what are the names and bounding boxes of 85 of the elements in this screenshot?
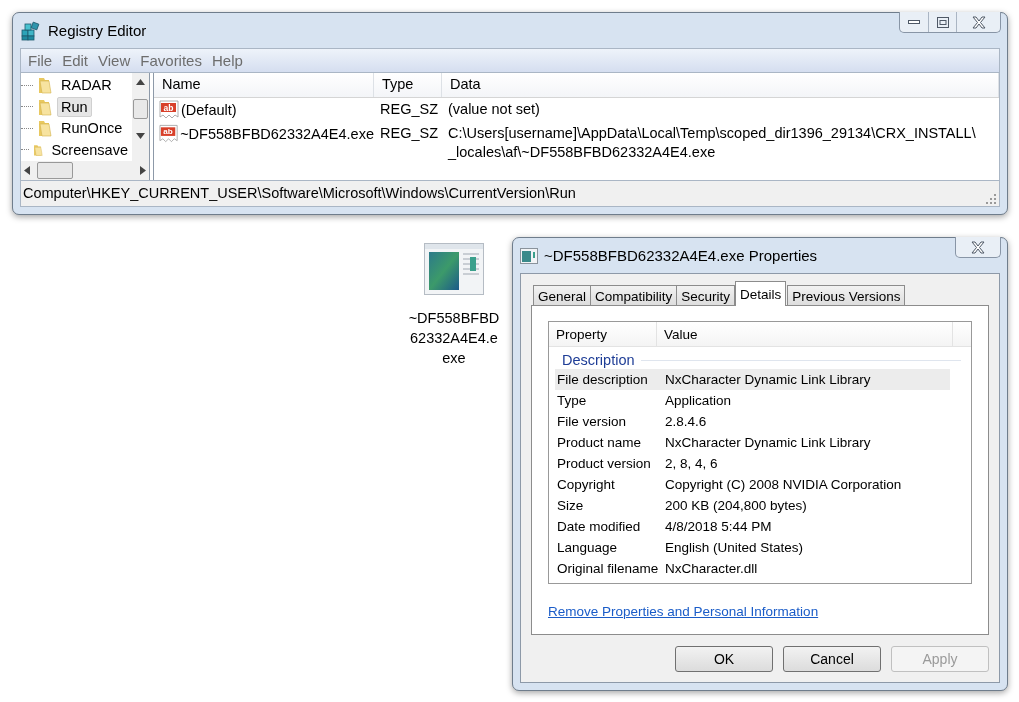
scroll-down-icon xyxy=(136,132,145,139)
menu-item[interactable]: Help xyxy=(206,51,248,69)
property-name: Product name xyxy=(557,435,643,450)
tree-item[interactable]: RunOnce xyxy=(57,118,127,139)
vertical-scrollbar[interactable] xyxy=(132,72,149,161)
property-name: Date modified xyxy=(557,519,642,534)
tree-item[interactable]: RADAR xyxy=(57,75,116,96)
property-value: Application xyxy=(665,393,732,408)
property-row[interactable]: File description NxCharacter Dynamic Link Library xyxy=(555,369,950,390)
icon-label: 62332A4E4.e xyxy=(410,329,498,348)
property-name: Copyright xyxy=(557,477,616,492)
property-value: 4/8/2018 5:44 PM xyxy=(665,519,772,534)
value-data: C:\Users[username]\AppData\Local\Temp\scoped_dir1396_29134\CRX_INSTALL\ xyxy=(448,124,977,141)
menu-item[interactable]: Favorites xyxy=(135,51,207,69)
string-value-icon: ab xyxy=(159,99,179,120)
menu-item[interactable]: Edit xyxy=(57,51,94,69)
menu-item[interactable]: View xyxy=(93,51,136,69)
property-name: Type xyxy=(557,393,588,408)
horizontal-scrollbar[interactable] xyxy=(21,160,149,180)
property-row[interactable]: Date modified 4/8/2018 5:44 PM xyxy=(555,516,950,537)
icon-label: exe xyxy=(442,349,466,368)
column-header[interactable]: Property xyxy=(549,322,657,346)
value-type: REG_SZ xyxy=(379,123,439,141)
value-data: (value not set) xyxy=(448,100,541,117)
property-name: File version xyxy=(557,414,628,429)
tab[interactable]: Previous Versions xyxy=(787,285,906,306)
property-name: Product version xyxy=(557,456,652,471)
column-header[interactable]: Value xyxy=(657,322,953,346)
scroll-thumb[interactable] xyxy=(133,98,148,119)
value-type: REG_SZ xyxy=(379,99,439,117)
application-window-icon[interactable] xyxy=(424,243,484,295)
property-value: English (United States) xyxy=(665,540,804,555)
tab[interactable]: Details xyxy=(735,281,787,306)
maximize-icon xyxy=(936,16,949,28)
value-name: ~DF558BFBD62332A4E4.exe xyxy=(180,125,374,142)
property-name: Language xyxy=(557,540,619,555)
column-header[interactable]: Data xyxy=(442,72,999,97)
property-value: NxCharacter Dynamic Link Library xyxy=(665,435,871,450)
property-row[interactable]: Copyright Copyright (C) 2008 NVIDIA Corporation xyxy=(555,474,950,495)
property-row[interactable]: Size 200 KB (204,800 bytes) xyxy=(555,495,950,516)
property-value: NxCharacter.dll xyxy=(665,561,758,576)
column-header[interactable]: Type xyxy=(374,72,442,97)
minimize-icon xyxy=(908,20,920,24)
dialog-title: ~DF558BFBD62332A4E4.exe Properties xyxy=(544,247,818,264)
property-row[interactable]: Language English (United States) xyxy=(555,537,950,558)
resize-grip-icon[interactable] xyxy=(986,194,996,205)
property-row[interactable]: Product version 2, 8, 4, 6 xyxy=(555,453,950,474)
property-row[interactable]: Original filename NxCharacter.dll xyxy=(555,558,950,579)
remove-properties-link[interactable]: Remove Properties and Personal Information xyxy=(548,604,819,619)
property-value: 2.8.4.6 xyxy=(665,414,707,429)
folder-icon xyxy=(36,119,54,138)
close-icon xyxy=(970,15,987,29)
tab[interactable]: Security xyxy=(676,285,736,306)
property-name: Size xyxy=(557,498,585,513)
application-window-icon xyxy=(520,247,538,264)
scroll-left-icon xyxy=(24,165,30,175)
tab[interactable]: General xyxy=(533,285,592,306)
property-row[interactable]: File version 2.8.4.6 xyxy=(555,411,950,432)
property-row[interactable]: Type Application xyxy=(555,390,950,411)
menu-item[interactable]: File xyxy=(23,51,58,69)
property-name: Original filename xyxy=(557,561,660,576)
property-value: NxCharacter Dynamic Link Library xyxy=(665,372,871,387)
scroll-thumb[interactable] xyxy=(37,161,73,179)
icon-label: ~DF558BFBD xyxy=(408,309,500,328)
property-name: File description xyxy=(557,372,649,387)
property-value: Copyright (C) 2008 NVIDIA Corporation xyxy=(665,477,902,492)
column-header[interactable]: Name xyxy=(154,72,374,97)
dialog-button[interactable]: OK xyxy=(675,646,773,672)
status-bar-path: Computer\HKEY_CURRENT_USER\Software\Microsoft\Windows\CurrentVersion\Run xyxy=(23,185,576,202)
value-data: _locales\af\~DF558BFBD62332A4E4.exe xyxy=(448,143,717,160)
property-value: 2, 8, 4, 6 xyxy=(665,456,718,471)
folder-icon xyxy=(36,76,54,95)
close-icon xyxy=(970,240,986,254)
scroll-up-icon xyxy=(136,78,145,85)
registry-cubes-icon xyxy=(20,19,42,42)
group-header: Description xyxy=(562,352,635,368)
folder-icon xyxy=(36,97,54,116)
value-name: (Default) xyxy=(181,101,237,118)
property-row[interactable]: Product name NxCharacter Dynamic Link Library xyxy=(555,432,950,453)
scroll-right-icon xyxy=(140,165,146,175)
tree-item[interactable]: Screensave xyxy=(47,139,132,160)
property-value: 200 KB (204,800 bytes) xyxy=(665,498,807,513)
tree-item[interactable]: Run xyxy=(57,96,92,117)
dialog-button[interactable]: Cancel xyxy=(783,646,881,672)
window-title: Registry Editor xyxy=(48,22,147,40)
